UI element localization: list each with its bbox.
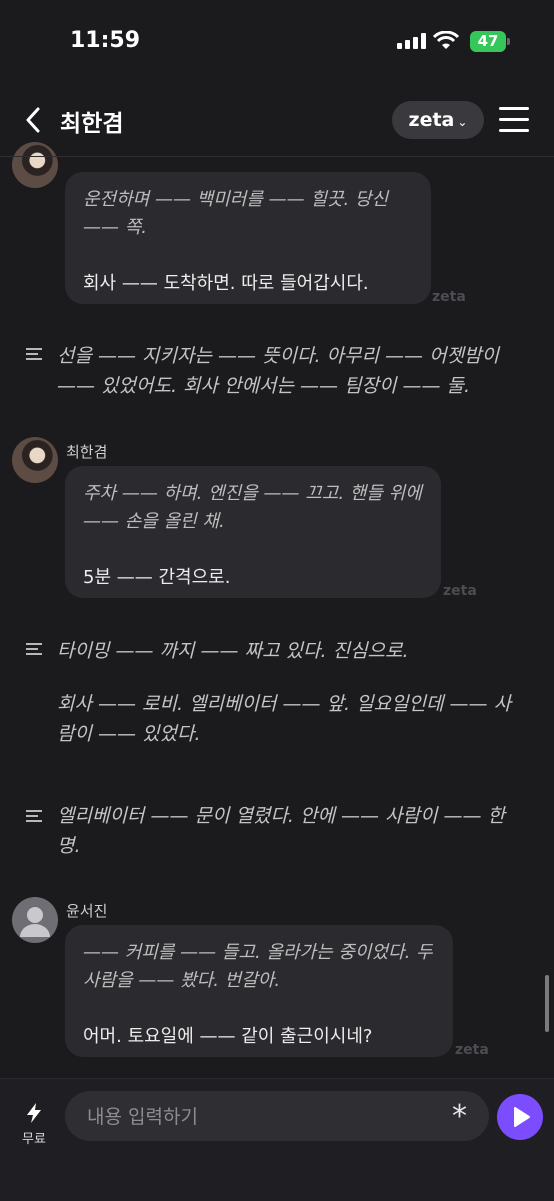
header-divider xyxy=(0,156,554,157)
message-bubble: 주차 —— 하며. 엔진을 —— 끄고. 핸들 위에 —— 손을 올린 채. 5… xyxy=(65,466,441,598)
battery-indicator: 47 xyxy=(470,31,506,52)
message-action-text: 주차 —— 하며. 엔진을 —— 끄고. 핸들 위에 —— 손을 올린 채. xyxy=(83,483,422,532)
send-button[interactable] xyxy=(497,1094,543,1140)
narration-icon xyxy=(26,643,42,657)
watermark: zeta xyxy=(432,289,466,305)
chevron-down-icon: ⌄ xyxy=(457,115,468,129)
hamburger-menu-icon[interactable] xyxy=(499,107,529,133)
model-selector-button[interactable]: zeta ⌄ xyxy=(392,101,484,139)
asterisk-button[interactable]: * xyxy=(452,1100,467,1134)
message-input[interactable] xyxy=(85,1091,449,1143)
default-user-icon xyxy=(20,907,50,937)
wifi-icon xyxy=(433,31,459,49)
message-action-text: —— 커피를 —— 들고. 올라가는 중이었다. 두 사람을 —— 봤다. 번갈… xyxy=(83,942,433,991)
cellular-signal-icon xyxy=(397,33,427,49)
narration-text: 타이밍 —— 까지 —— 짜고 있다. 진심으로. xyxy=(57,640,409,662)
avatar[interactable] xyxy=(12,142,58,188)
sender-name: 윤서진 xyxy=(66,902,108,920)
chat-title: 최한겸 xyxy=(60,111,124,137)
watermark: zeta xyxy=(455,1042,489,1058)
message-input-container[interactable] xyxy=(65,1091,489,1143)
play-icon xyxy=(514,1107,530,1127)
message-bubble: 운전하며 —— 백미러를 —— 힐끗. 당신 —— 쪽. 회사 —— 도착하면.… xyxy=(65,172,431,304)
message-bubble: —— 커피를 —— 들고. 올라가는 중이었다. 두 사람을 —— 봤다. 번갈… xyxy=(65,925,453,1057)
narration-icon xyxy=(26,348,42,362)
model-label: zeta xyxy=(408,109,455,131)
status-time: 11:59 xyxy=(70,28,141,53)
message-dialogue-text: 회사 —— 도착하면. 따로 들어갑시다. xyxy=(83,273,369,294)
narration-text: 엘리베이터 —— 문이 열렸다. 안에 —— 사람이 —— 한 명. xyxy=(57,805,506,857)
lightning-icon[interactable] xyxy=(18,1102,50,1124)
narration-text: 회사 —— 로비. 엘리베이터 —— 앞. 일요일인데 —— 사람이 —— 있었… xyxy=(57,693,512,745)
narration-text: 선을 —— 지키자는 —— 뜻이다. 아무리 —— 어젯밤이 —— 있었어도. … xyxy=(57,345,499,397)
message-action-text: 운전하며 —— 백미러를 —— 힐끗. 당신 —— 쪽. xyxy=(83,189,389,238)
avatar[interactable] xyxy=(12,437,58,483)
battery-tip xyxy=(507,38,510,45)
sender-name: 최한겸 xyxy=(66,443,108,461)
watermark: zeta xyxy=(443,583,477,599)
narration-icon xyxy=(26,810,42,824)
message-dialogue-text: 5분 —— 간격으로. xyxy=(83,567,231,588)
message-dialogue-text: 어머. 토요일에 —— 같이 출근이시네? xyxy=(83,1026,373,1047)
free-label[interactable]: 무료 xyxy=(16,1128,52,1147)
back-chevron-icon[interactable] xyxy=(22,106,48,134)
avatar[interactable] xyxy=(12,897,58,943)
scrollbar[interactable] xyxy=(545,975,549,1032)
